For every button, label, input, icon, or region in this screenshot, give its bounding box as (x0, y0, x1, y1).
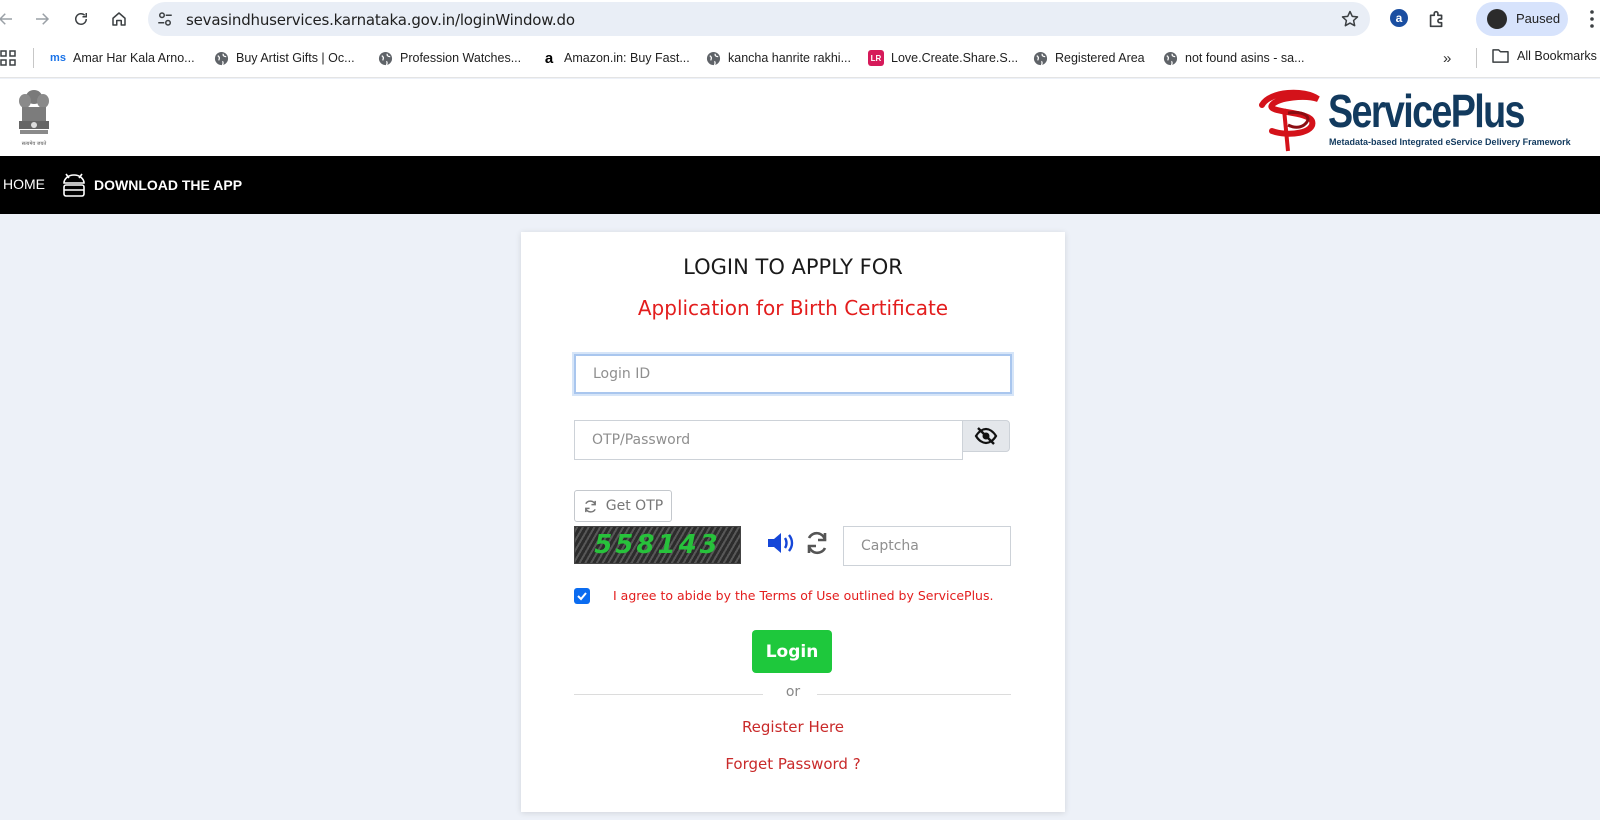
bookmark-label: Buy Artist Gifts | Oc... (236, 51, 355, 65)
refresh-captcha-icon[interactable] (804, 530, 830, 556)
forgot-password-link-text[interactable]: Forget Password ? (725, 755, 860, 773)
site-header: सत्यमेव जयते ServicePlus Metadata-based … (0, 79, 1600, 156)
bookmark-item[interactable]: Buy Artist Gifts | Oc... (213, 49, 355, 67)
bookmark-label: Amar Har Kala Arno... (73, 51, 195, 65)
captcha-image: 558143 (574, 526, 741, 564)
captcha-code: 558143 (594, 530, 721, 560)
globe-icon (377, 50, 393, 66)
globe-icon (1162, 50, 1178, 66)
site-settings-icon[interactable] (156, 10, 174, 28)
all-bookmarks-button[interactable]: All Bookmarks (1492, 48, 1597, 63)
extension-icon[interactable]: a (1390, 9, 1408, 27)
forgot-password-link: Forget Password ? (521, 755, 1065, 773)
register-link-text[interactable]: Register Here (742, 718, 844, 736)
reload-button[interactable] (69, 7, 93, 31)
amazon-favicon-icon: a (544, 49, 554, 67)
national-emblem-icon: सत्यमेव जयते (19, 90, 49, 147)
bookmark-item[interactable]: not found asins - sa... (1162, 49, 1305, 67)
agree-terms-checkbox[interactable] (574, 588, 590, 604)
audio-captcha-icon[interactable] (766, 530, 796, 556)
globe-icon (1032, 50, 1048, 66)
globe-icon (705, 50, 721, 66)
toggle-password-button[interactable] (962, 420, 1010, 452)
login-button[interactable]: Login (752, 630, 832, 673)
service-name: Application for Birth Certificate (637, 296, 949, 320)
all-bookmarks-label: All Bookmarks (1517, 48, 1597, 63)
brand-subtitle: Metadata-based Integrated eService Deliv… (1329, 137, 1571, 147)
back-button[interactable] (0, 7, 18, 31)
bookmark-item[interactable]: kancha hanrite rakhi... (705, 49, 851, 67)
home-button[interactable] (107, 7, 131, 31)
browser-toolbar: sevasindhuservices.karnataka.gov.in/logi… (0, 0, 1600, 38)
serviceplus-logo-icon (1259, 89, 1320, 152)
emblem-caption: सत्यमेव जयते (22, 140, 47, 147)
login-id-input[interactable] (574, 354, 1012, 394)
bookmark-item[interactable]: LR Love.Create.Share.S... (868, 49, 1018, 67)
bookmark-label: Profession Watches... (400, 51, 522, 65)
apps-grid-icon[interactable] (0, 50, 16, 66)
get-otp-label: Get OTP (605, 498, 664, 514)
bookmark-item[interactable]: Registered Area (1032, 49, 1145, 67)
bookmark-item[interactable]: Profession Watches... (377, 49, 521, 67)
divider (1476, 48, 1477, 68)
login-heading: LOGIN TO APPLY FOR (683, 255, 903, 279)
android-icon[interactable] (60, 170, 88, 198)
brand-title: ServicePlus (1328, 85, 1525, 137)
or-separator: or (785, 684, 801, 700)
lr-favicon-icon: LR (868, 50, 884, 66)
get-otp-button[interactable]: Get OTP (574, 490, 672, 522)
nav-home-link[interactable]: HOME (3, 176, 45, 192)
refresh-icon (584, 499, 596, 513)
avatar (1487, 9, 1507, 29)
menu-kebab-icon[interactable] (1588, 9, 1596, 29)
bookmark-label: kancha hanrite rakhi... (728, 51, 851, 65)
address-bar[interactable]: sevasindhuservices.karnataka.gov.in/logi… (148, 2, 1370, 36)
register-link: Register Here (521, 718, 1065, 736)
nav-download-app-link[interactable]: DOWNLOAD THE APP (94, 177, 242, 193)
ms-favicon-icon: ms (50, 52, 66, 64)
bookmark-label: Registered Area (1055, 51, 1145, 65)
profile-button[interactable]: Paused (1476, 2, 1568, 36)
url-text[interactable]: sevasindhuservices.karnataka.gov.in/logi… (186, 11, 575, 29)
captcha-input[interactable] (843, 526, 1011, 566)
bookmark-item[interactable]: a Amazon.in: Buy Fast... (541, 49, 690, 67)
bookmark-label: Love.Create.Share.S... (891, 51, 1019, 65)
otp-password-input[interactable] (574, 420, 963, 460)
reload-icon (75, 13, 87, 25)
bookmark-label: Amazon.in: Buy Fast... (564, 51, 690, 65)
arrow-right-icon (36, 13, 50, 25)
arrow-left-icon (0, 13, 12, 25)
check-icon (577, 592, 587, 601)
divider (33, 48, 34, 68)
more-bookmarks-button[interactable]: » (1443, 50, 1451, 67)
login-card: LOGIN TO APPLY FOR Application for Birth… (521, 232, 1065, 812)
bookmark-item[interactable]: ms Amar Har Kala Arno... (50, 49, 195, 67)
eye-slash-icon (974, 427, 998, 445)
folder-icon (1492, 49, 1509, 63)
agree-terms-label[interactable]: I agree to abide by the Terms of Use out… (613, 588, 993, 603)
extensions-puzzle-icon[interactable] (1426, 8, 1448, 30)
profile-status: Paused (1516, 11, 1561, 26)
globe-icon (213, 50, 229, 66)
main-navbar: HOME DOWNLOAD THE APP (0, 156, 1600, 214)
forward-button[interactable] (30, 7, 54, 31)
bookmarks-bar: ms Amar Har Kala Arno... Buy Artist Gift… (0, 38, 1600, 78)
home-icon (112, 12, 126, 26)
bookmark-label: not found asins - sa... (1185, 51, 1305, 65)
bookmark-star-icon[interactable] (1340, 9, 1360, 29)
